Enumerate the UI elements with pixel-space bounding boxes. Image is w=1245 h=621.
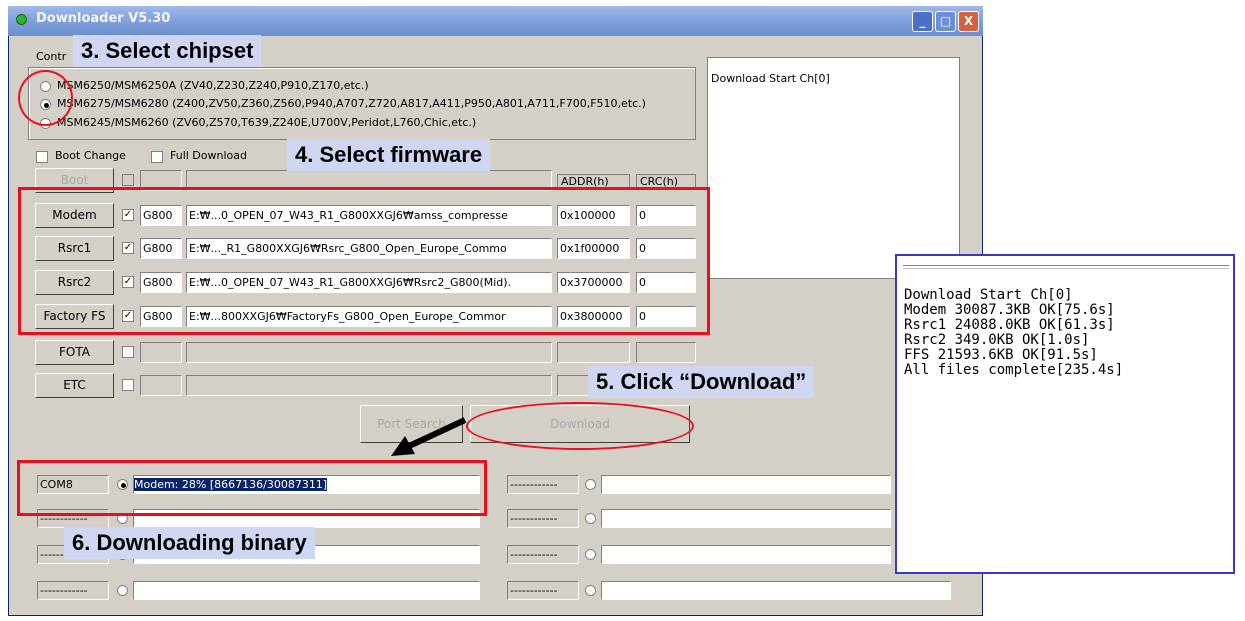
port-status-field xyxy=(601,475,891,494)
callout-step4: 4. Select firmware xyxy=(287,139,491,171)
close-button[interactable]: X xyxy=(958,11,979,32)
firmware-checkbox[interactable] xyxy=(122,346,134,358)
com-port-field: ------------ xyxy=(507,509,579,528)
firmware-button-fota[interactable]: FOTA xyxy=(35,340,114,365)
crc-column-header: CRC(h) xyxy=(636,174,696,188)
callout-step6: 6. Downloading binary xyxy=(64,527,315,559)
port-status-field xyxy=(133,581,480,600)
chipset-label-1: MSM6250/MSM6250A (ZV40,Z230,Z240,P910,Z1… xyxy=(57,79,369,92)
port-radio[interactable] xyxy=(585,479,596,490)
com-port-field: ------------ xyxy=(37,581,109,600)
callout-step5: 5. Click “Download” xyxy=(588,366,815,398)
completion-log-line: Rsrc2 349.0KB OK[1.0s] xyxy=(904,332,1090,348)
chipset-label-3: MSM6245/MSM6260 (ZV60,Z570,T639,Z240E,U7… xyxy=(57,116,477,129)
model-field[interactable] xyxy=(140,375,182,396)
callout-step3: 3. Select chipset xyxy=(73,35,262,67)
com-port-field: ------------ xyxy=(507,545,579,564)
completion-log-line: Modem 30087.3KB OK[75.6s] xyxy=(904,302,1115,318)
firmware-checkbox[interactable] xyxy=(122,174,134,186)
com-port-field: ------------ xyxy=(507,581,579,600)
port-radio[interactable] xyxy=(585,513,596,524)
groupbox-legend: Contr xyxy=(34,50,69,63)
path-field[interactable] xyxy=(186,375,552,396)
com-port-field: ------------ xyxy=(507,475,579,494)
boot-change-checkbox[interactable] xyxy=(36,151,48,163)
port-radio[interactable] xyxy=(117,585,128,596)
firmware-button-etc[interactable]: ETC xyxy=(35,373,114,398)
firmware-highlight-box xyxy=(18,187,710,335)
completion-log-line: Rsrc1 24088.0KB OK[61.3s] xyxy=(904,317,1115,333)
addr-column-header: ADDR(h) xyxy=(557,174,630,188)
completion-log-line: Download Start Ch[0] xyxy=(904,287,1073,303)
crc-field[interactable] xyxy=(636,342,696,363)
progress-highlight-box xyxy=(17,460,487,516)
app-logo-icon xyxy=(16,14,27,25)
completion-log-line: All files complete[235.4s] xyxy=(904,362,1124,378)
full-download-label: Full Download xyxy=(170,149,247,162)
chipset-label-2: MSM6275/MSM6280 (Z400,ZV50,Z360,Z560,P94… xyxy=(57,97,646,110)
boot-change-label: Boot Change xyxy=(55,149,126,162)
log-line: Download Start Ch[0] xyxy=(711,72,830,85)
full-download-checkbox[interactable] xyxy=(151,151,163,163)
port-radio[interactable] xyxy=(585,549,596,560)
addr-field[interactable] xyxy=(557,342,630,363)
completion-log-line: FFS 21593.6KB OK[91.5s] xyxy=(904,347,1098,363)
port-status-field xyxy=(601,581,951,600)
path-field[interactable] xyxy=(186,342,552,363)
chipset-highlight-circle xyxy=(18,70,73,126)
log-textbox[interactable] xyxy=(707,57,960,279)
port-radio[interactable] xyxy=(585,585,596,596)
download-highlight-circle xyxy=(466,402,694,450)
panel-divider xyxy=(903,265,1229,269)
port-status-field xyxy=(601,509,891,528)
window-title: Downloader V5.30 xyxy=(36,11,171,26)
minimize-button[interactable]: _ xyxy=(912,11,933,32)
maximize-button[interactable]: □ xyxy=(935,11,956,32)
firmware-checkbox[interactable] xyxy=(122,379,134,391)
port-status-field xyxy=(601,545,891,564)
arrow-icon xyxy=(391,417,467,456)
model-field[interactable] xyxy=(140,342,182,363)
